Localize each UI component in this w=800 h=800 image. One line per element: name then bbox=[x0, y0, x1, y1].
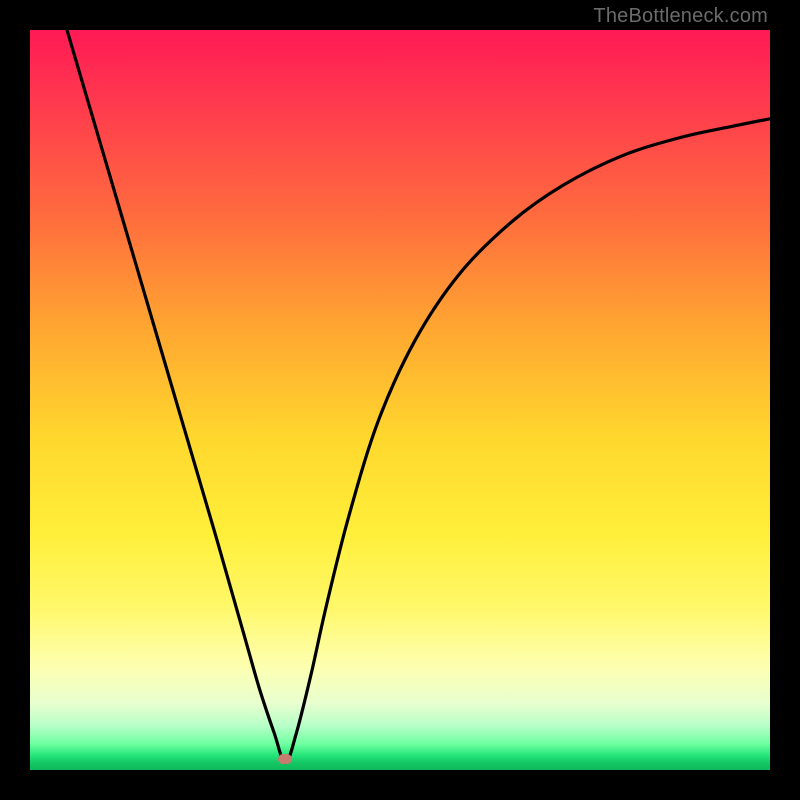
plot-area bbox=[30, 30, 770, 770]
watermark-text: TheBottleneck.com bbox=[593, 5, 768, 28]
optimal-point-marker bbox=[278, 754, 292, 764]
bottleneck-curve bbox=[30, 30, 770, 770]
chart-frame: TheBottleneck.com bbox=[0, 0, 800, 800]
